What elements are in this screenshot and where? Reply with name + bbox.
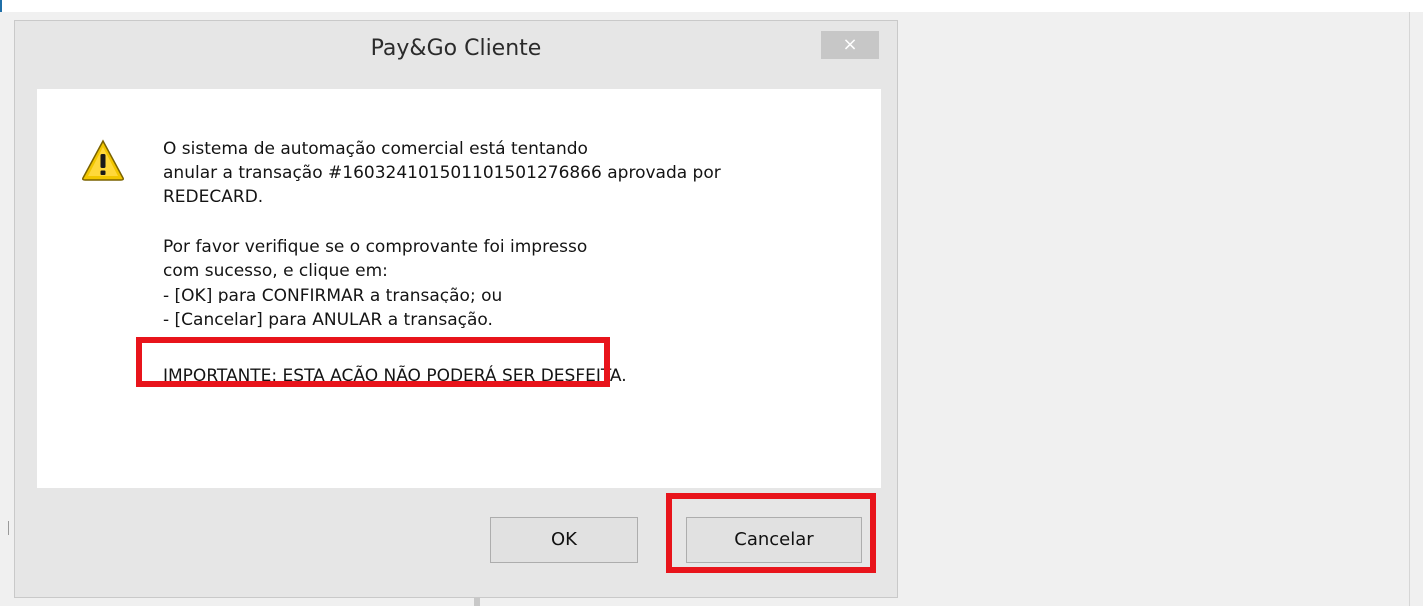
ok-button[interactable]: OK (490, 517, 638, 563)
highlight-cancel-button (666, 493, 876, 573)
dialog-titlebar[interactable]: Pay&Go Cliente × (15, 21, 897, 79)
message-line: - [Cancelar] para ANULAR a transação. (163, 310, 493, 330)
message-line: REDECARD. (163, 187, 264, 207)
close-icon: × (842, 34, 858, 55)
message-line: - [OK] para CONFIRMAR a transação; ou (163, 286, 503, 303)
message-line: O sistema de automação comercial está te… (163, 139, 588, 159)
highlight-cancel-instruction (136, 337, 610, 387)
background-tick (474, 598, 480, 606)
warning-icon (82, 139, 124, 181)
close-button[interactable]: × (821, 31, 879, 59)
dialog-title: Pay&Go Cliente (370, 36, 542, 61)
dialog-content: O sistema de automação comercial está te… (37, 89, 881, 488)
desktop-top-strip (0, 0, 1423, 12)
message-line: anular a transação #16032410150110150127… (163, 163, 721, 183)
message-line: com sucesso, e clique em: (163, 261, 388, 281)
window-edge-marker (0, 0, 2, 12)
background-panel-edge (1409, 12, 1410, 606)
message-line: Por favor verifique se o comprovante foi… (163, 237, 588, 257)
background-tick (8, 521, 9, 535)
